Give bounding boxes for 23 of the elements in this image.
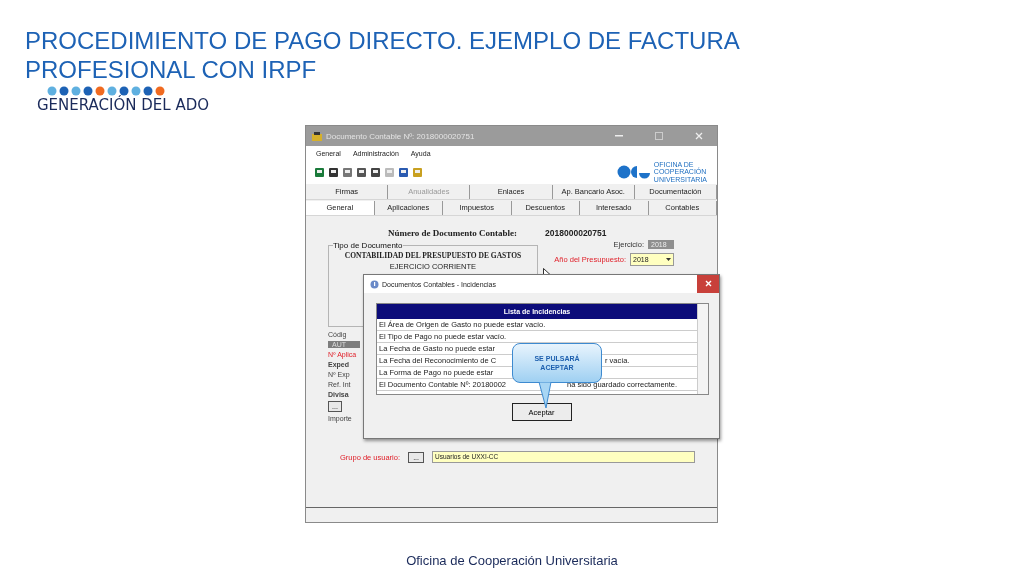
caret-icon bbox=[664, 255, 673, 264]
toolbar-icon[interactable] bbox=[314, 166, 325, 178]
slide-footer: Oficina de Cooperación Universitaria bbox=[406, 553, 618, 568]
close-icon bbox=[704, 280, 712, 287]
toolbar-icon[interactable] bbox=[328, 166, 339, 178]
slide-subtitle: GENERACIÓN DEL ADO bbox=[37, 96, 210, 114]
toolbar-icon[interactable] bbox=[398, 166, 409, 178]
dots-decoration-icon bbox=[47, 86, 165, 96]
window-title: Documento Contable Nº: 2018000020751 bbox=[326, 131, 476, 141]
app-icon bbox=[312, 131, 322, 141]
info-icon bbox=[370, 279, 379, 289]
slide-title: PROCEDIMIENTO DE PAGO DIRECTO. EJEMPLO DE FACTURA PROFESIONAL CON IRPF bbox=[25, 26, 740, 84]
minimize-icon bbox=[615, 135, 623, 137]
document-number: 2018000020751 bbox=[545, 227, 607, 238]
document-number-label: Número de Documento Contable: bbox=[388, 227, 518, 238]
scrollbar[interactable] bbox=[697, 304, 708, 394]
close-icon bbox=[695, 132, 703, 140]
toolbar-icon[interactable] bbox=[356, 166, 367, 178]
close-button[interactable] bbox=[697, 275, 719, 293]
group-title: Tipo de Documento bbox=[333, 241, 403, 250]
toolbar-icon[interactable] bbox=[370, 166, 381, 178]
logo-icon bbox=[616, 165, 651, 179]
maximize-icon bbox=[655, 132, 663, 140]
